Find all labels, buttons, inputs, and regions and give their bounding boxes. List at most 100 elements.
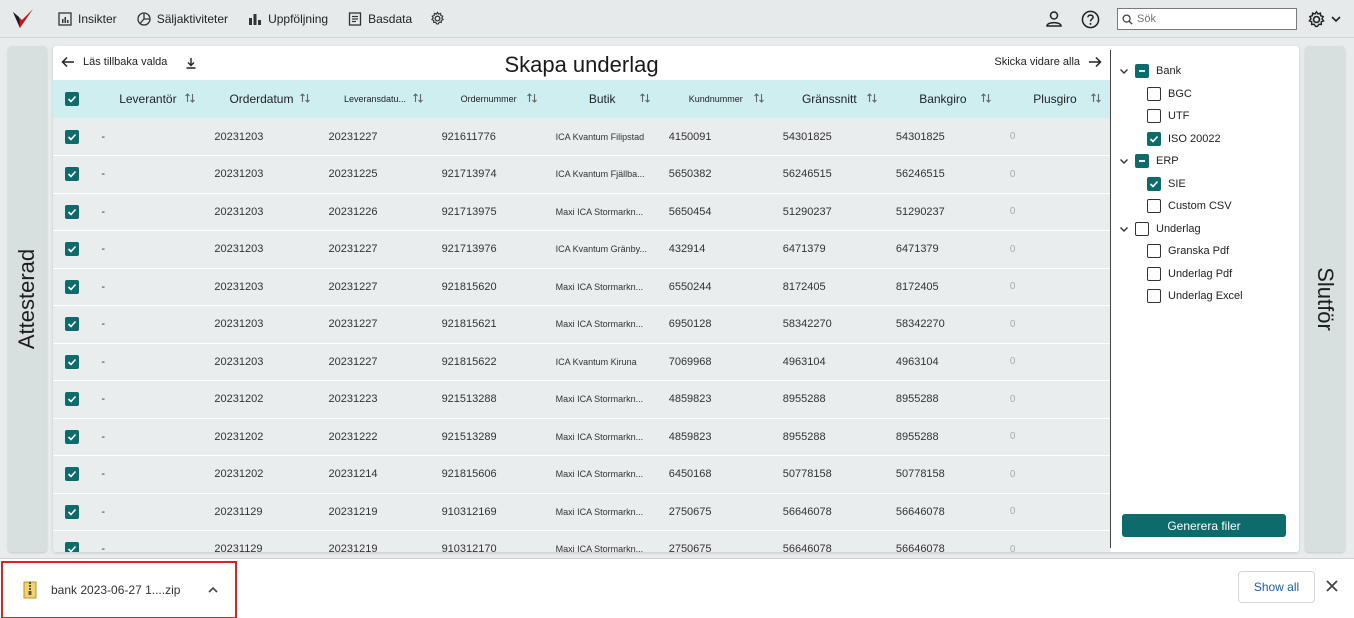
row-checkbox[interactable]: [65, 504, 80, 519]
option-item[interactable]: Underlag Excel: [1119, 285, 1294, 308]
option-item[interactable]: BGC: [1119, 83, 1294, 106]
table-row[interactable]: - 20231129 20231219 910312169 Maxi ICA Storm…: [53, 493, 1110, 531]
option-item[interactable]: Custom CSV: [1119, 195, 1294, 218]
nav-saljaktiviteter[interactable]: Säljaktiviteter: [127, 0, 238, 38]
top-navigation: Insikter Säljaktiviteter Uppföljning Bas…: [0, 0, 1354, 38]
table-cell: 20231202: [214, 430, 264, 443]
bar-chart-box-icon: [58, 11, 72, 26]
chevron-down-icon: [1331, 16, 1341, 23]
option-checkbox[interactable]: [1147, 199, 1161, 214]
row-select-cell: [53, 456, 91, 494]
group-checkbox[interactable]: [1135, 221, 1149, 236]
column-header-butik[interactable]: Butik: [546, 80, 659, 118]
table-cell: 50778158: [895, 468, 945, 481]
option-checkbox[interactable]: [1147, 109, 1161, 124]
table-row[interactable]: - 20231203 20231227 921815622 ICA Kvantum Ki…: [53, 343, 1110, 381]
table-row[interactable]: - 20231203 20231227 921713976 ICA Kvantum Gr…: [53, 230, 1110, 268]
search-input[interactable]: [1137, 13, 1287, 25]
group-checkbox[interactable]: [1135, 154, 1149, 169]
option-checkbox[interactable]: [1147, 266, 1161, 281]
option-checkbox[interactable]: [1147, 86, 1161, 101]
table-cell: 20231203: [214, 168, 264, 181]
option-item[interactable]: Underlag Pdf: [1119, 263, 1294, 286]
nav-settings-button[interactable]: [422, 4, 452, 34]
column-header-orderdatum[interactable]: Orderdatum: [204, 80, 318, 118]
row-checkbox[interactable]: [65, 542, 80, 552]
option-item[interactable]: Granska Pdf: [1119, 240, 1294, 263]
table-row[interactable]: - 20231129 20231219 910312170 Maxi ICA Storm…: [53, 530, 1110, 552]
show-all-downloads-button[interactable]: Show all: [1238, 571, 1315, 603]
send-forward-all-button[interactable]: Skicka vidare alla: [994, 56, 1102, 68]
table-row[interactable]: - 20231203 20231227 921815620 Maxi ICA Storm…: [53, 268, 1110, 306]
table-cell: 6471379: [782, 243, 826, 256]
row-checkbox[interactable]: [65, 279, 80, 294]
help-button[interactable]: [1075, 4, 1105, 34]
download-button[interactable]: [185, 57, 197, 72]
chevron-down-icon[interactable]: [1119, 224, 1129, 234]
column-header-ordernummer[interactable]: Ordernummer: [432, 80, 546, 118]
read-back-selected-button[interactable]: Läs tillbaka valda: [61, 56, 167, 68]
column-header-leveransdatum[interactable]: Leveransdatu...: [319, 80, 432, 118]
settings-menu-button[interactable]: [1307, 9, 1342, 29]
option-checkbox[interactable]: [1147, 131, 1161, 146]
option-group-erp[interactable]: ERP: [1119, 150, 1294, 173]
user-profile-button[interactable]: [1039, 4, 1069, 34]
column-header-kundnummer[interactable]: Kundnummer: [659, 80, 773, 118]
generate-files-button[interactable]: Generera filer: [1122, 514, 1286, 537]
column-header-bankgiro[interactable]: Bankgiro: [886, 80, 1000, 118]
chevron-down-icon[interactable]: [1119, 66, 1129, 76]
row-checkbox[interactable]: [65, 354, 80, 369]
column-header-gransnitt[interactable]: Gränssnitt: [773, 80, 886, 118]
nav-label: Uppföljning: [268, 11, 329, 26]
table-row[interactable]: - 20231203 20231227 921815621 Maxi ICA Storm…: [53, 305, 1110, 343]
table-cell: 5650454: [668, 205, 712, 218]
option-item[interactable]: SIE: [1119, 173, 1294, 196]
option-group-underlag[interactable]: Underlag: [1119, 218, 1294, 241]
nav-insikter[interactable]: Insikter: [48, 0, 127, 38]
column-label: Bankgiro: [919, 92, 967, 106]
table-row[interactable]: - 20231203 20231225 921713974 ICA Kvantum Fj…: [53, 155, 1110, 193]
row-checkbox[interactable]: [65, 204, 80, 219]
option-group-bank[interactable]: Bank: [1119, 60, 1294, 83]
table-row[interactable]: - 20231202 20231222 921513289 Maxi ICA Storm…: [53, 418, 1110, 456]
column-header-plusgiro[interactable]: Plusgiro: [1000, 80, 1110, 118]
chevron-down-icon[interactable]: [1119, 156, 1129, 166]
row-checkbox[interactable]: [65, 467, 80, 482]
option-checkbox[interactable]: [1147, 289, 1161, 304]
search-field[interactable]: [1117, 8, 1297, 30]
nav-basdata[interactable]: Basdata: [338, 0, 422, 38]
row-checkbox[interactable]: [65, 129, 80, 144]
table-row[interactable]: - 20231202 20231223 921513288 Maxi ICA Storm…: [53, 380, 1110, 418]
chevron-up-icon[interactable]: [207, 584, 219, 596]
row-checkbox[interactable]: [65, 242, 80, 257]
side-tab-attesterad[interactable]: Attesterad: [8, 46, 47, 552]
select-all-checkbox[interactable]: [65, 92, 80, 107]
download-item[interactable]: bank 2023-06-27 1....zip: [1, 561, 237, 618]
table-cell: 4150091: [668, 130, 712, 143]
table-cell: 8955288: [782, 393, 826, 406]
row-checkbox[interactable]: [65, 429, 80, 444]
option-label: SIE: [1168, 177, 1186, 190]
side-tab-slutfor[interactable]: Slutför: [1305, 46, 1345, 552]
table-row[interactable]: - 20231203 20231227 921611776 ICA Kvantum Fi…: [53, 118, 1110, 156]
app-logo-icon[interactable]: [10, 6, 36, 32]
column-header-leverantor[interactable]: Leverantör: [91, 80, 204, 118]
row-checkbox[interactable]: [65, 317, 80, 332]
table-cell: 20231203: [214, 205, 264, 218]
table-cell: 910312169: [441, 505, 497, 518]
table-cell: -: [101, 468, 106, 481]
table-cell: 6450168: [668, 468, 712, 481]
option-checkbox[interactable]: [1147, 244, 1161, 259]
option-checkbox[interactable]: [1147, 176, 1161, 191]
table-row[interactable]: - 20231202 20231214 921815606 Maxi ICA Storm…: [53, 455, 1110, 494]
option-item[interactable]: UTF: [1119, 105, 1294, 128]
row-checkbox[interactable]: [65, 392, 80, 407]
group-checkbox[interactable]: [1135, 64, 1149, 79]
row-checkbox[interactable]: [65, 167, 80, 182]
table-row[interactable]: - 20231203 20231226 921713975 Maxi ICA Storm…: [53, 193, 1110, 231]
close-icon[interactable]: [1325, 579, 1339, 593]
nav-uppfoljning[interactable]: Uppföljning: [238, 0, 338, 38]
option-item[interactable]: ISO 20022: [1119, 128, 1294, 151]
option-label: ISO 20022: [1168, 132, 1221, 145]
table-cell: 56246515: [895, 168, 945, 181]
